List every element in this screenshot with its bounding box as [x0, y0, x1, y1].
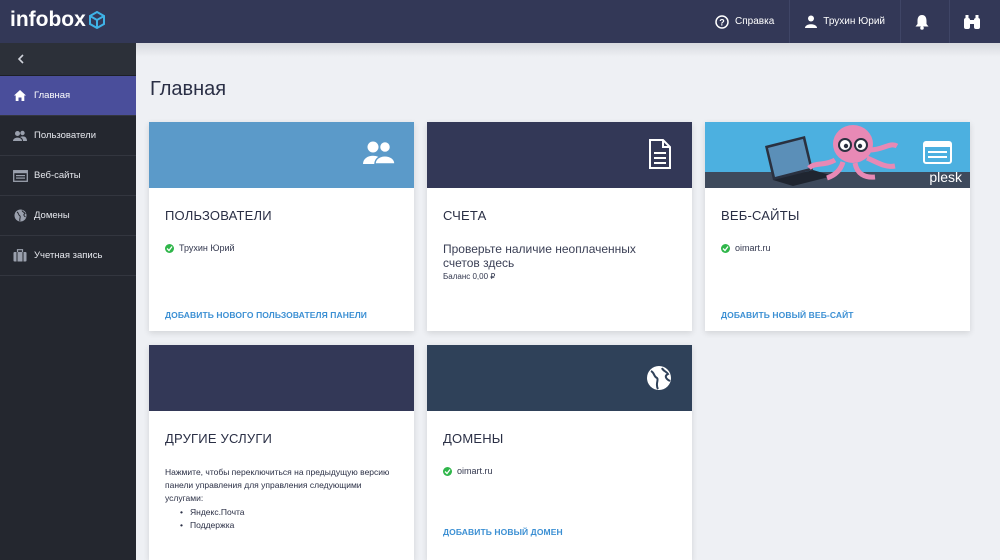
help-label: Справка [735, 16, 775, 27]
sidebar-item-home[interactable]: Главная [0, 76, 136, 116]
bills-card-header [427, 122, 692, 188]
services-list: Яндекс.Почта Поддержка [180, 506, 398, 532]
header-shadow [136, 43, 1000, 57]
plesk-logo: plesk [929, 169, 962, 185]
check-icon [165, 243, 174, 253]
logo[interactable]: infobox [10, 8, 105, 32]
globe-icon [12, 208, 28, 224]
card-title: ВЕБ-САЙТЫ [721, 208, 800, 223]
sidebar-item-label: Пользователи [34, 130, 97, 141]
user-menu-button[interactable]: Трухин Юрий [789, 0, 900, 43]
sidebar-item-account[interactable]: Учетная запись [0, 236, 136, 276]
card-title: ДОМЕНЫ [443, 431, 504, 446]
binoculars-button[interactable] [949, 0, 1000, 43]
cube-icon [88, 11, 105, 29]
user-label: Трухин Юрий [823, 16, 885, 27]
users-card-header [149, 122, 414, 188]
list-item: Поддержка [180, 519, 398, 532]
sidebar-collapse-button[interactable] [0, 43, 136, 76]
website-status: oimart.ru [721, 243, 954, 253]
websites-card[interactable]: plesk ВЕБ-САЙТЫ oimart.ru ДОБАВИТЬ НОВЫЙ… [705, 122, 970, 331]
plesk-banner: plesk [705, 122, 970, 188]
status-text: oimart.ru [735, 243, 771, 253]
status-text: oimart.ru [457, 466, 493, 476]
domains-card[interactable]: ДОМЕНЫ oimart.ru ДОБАВИТЬ НОВЫЙ ДОМЕН [427, 345, 692, 560]
card-title: СЧЕТА [443, 208, 487, 223]
help-button[interactable]: ? Справка [700, 0, 789, 43]
sidebar-item-domains[interactable]: Домены [0, 196, 136, 236]
check-icon [721, 243, 730, 253]
bell-icon [915, 14, 929, 30]
chevron-left-icon [17, 54, 24, 64]
check-icon [443, 466, 452, 476]
notifications-button[interactable] [900, 0, 949, 43]
browser-icon [12, 168, 28, 184]
balance-text: Баланс 0,00 ₽ [443, 272, 496, 281]
status-text: Трухин Юрий [179, 243, 235, 253]
sidebar-item-label: Веб-сайты [34, 170, 81, 181]
other-services-description: Нажмите, чтобы переключиться на предыдущ… [165, 467, 390, 503]
list-item: Яндекс.Почта [180, 506, 398, 519]
help-icon: ? [715, 14, 729, 29]
sidebar-item-label: Учетная запись [34, 250, 103, 261]
briefcase-icon [12, 248, 28, 264]
users-card[interactable]: ПОЛЬЗОВАТЕЛИ Трухин Юрий ДОБАВИТЬ НОВОГО… [149, 122, 414, 331]
add-panel-user-link[interactable]: ДОБАВИТЬ НОВОГО ПОЛЬЗОВАТЕЛЯ ПАНЕЛИ [165, 310, 367, 320]
document-icon [649, 139, 671, 169]
home-icon [12, 88, 28, 104]
sidebar-item-users[interactable]: Пользователи [0, 116, 136, 156]
user-icon [805, 15, 818, 28]
domains-card-header [427, 345, 692, 411]
sidebar: Главная Пользователи Веб-сайты Домены Уч… [0, 43, 136, 560]
other-services-card[interactable]: ДРУГИЕ УСЛУГИ Нажмите, чтобы переключить… [149, 345, 414, 560]
binoculars-icon [964, 14, 980, 29]
add-website-link[interactable]: ДОБАВИТЬ НОВЫЙ ВЕБ-САЙТ [721, 310, 854, 320]
globe-icon [647, 366, 671, 390]
sidebar-item-label: Главная [34, 90, 71, 101]
domain-status: oimart.ru [443, 466, 676, 476]
sidebar-item-label: Домены [34, 210, 70, 221]
logo-text: infobox [10, 8, 86, 31]
sidebar-item-websites[interactable]: Веб-сайты [0, 156, 136, 196]
top-bar: infobox ? Справка Трухин Юрий [0, 0, 1000, 43]
other-services-card-header [149, 345, 414, 411]
user-status: Трухин Юрий [165, 243, 398, 253]
bills-card[interactable]: СЧЕТА Проверьте наличие неоплаченных сче… [427, 122, 692, 331]
main-content: Главная ПОЛЬЗОВАТЕЛИ Трухин Юрий ДОБАВИТ… [136, 43, 1000, 560]
users-icon [363, 140, 396, 165]
card-title: ПОЛЬЗОВАТЕЛИ [165, 208, 272, 223]
card-title: ДРУГИЕ УСЛУГИ [165, 431, 273, 446]
add-domain-link[interactable]: ДОБАВИТЬ НОВЫЙ ДОМЕН [443, 527, 563, 537]
svg-text:?: ? [719, 17, 725, 27]
bills-description[interactable]: Проверьте наличие неоплаченных счетов зд… [443, 242, 676, 270]
users-icon [12, 128, 28, 144]
page-title: Главная [150, 78, 227, 100]
